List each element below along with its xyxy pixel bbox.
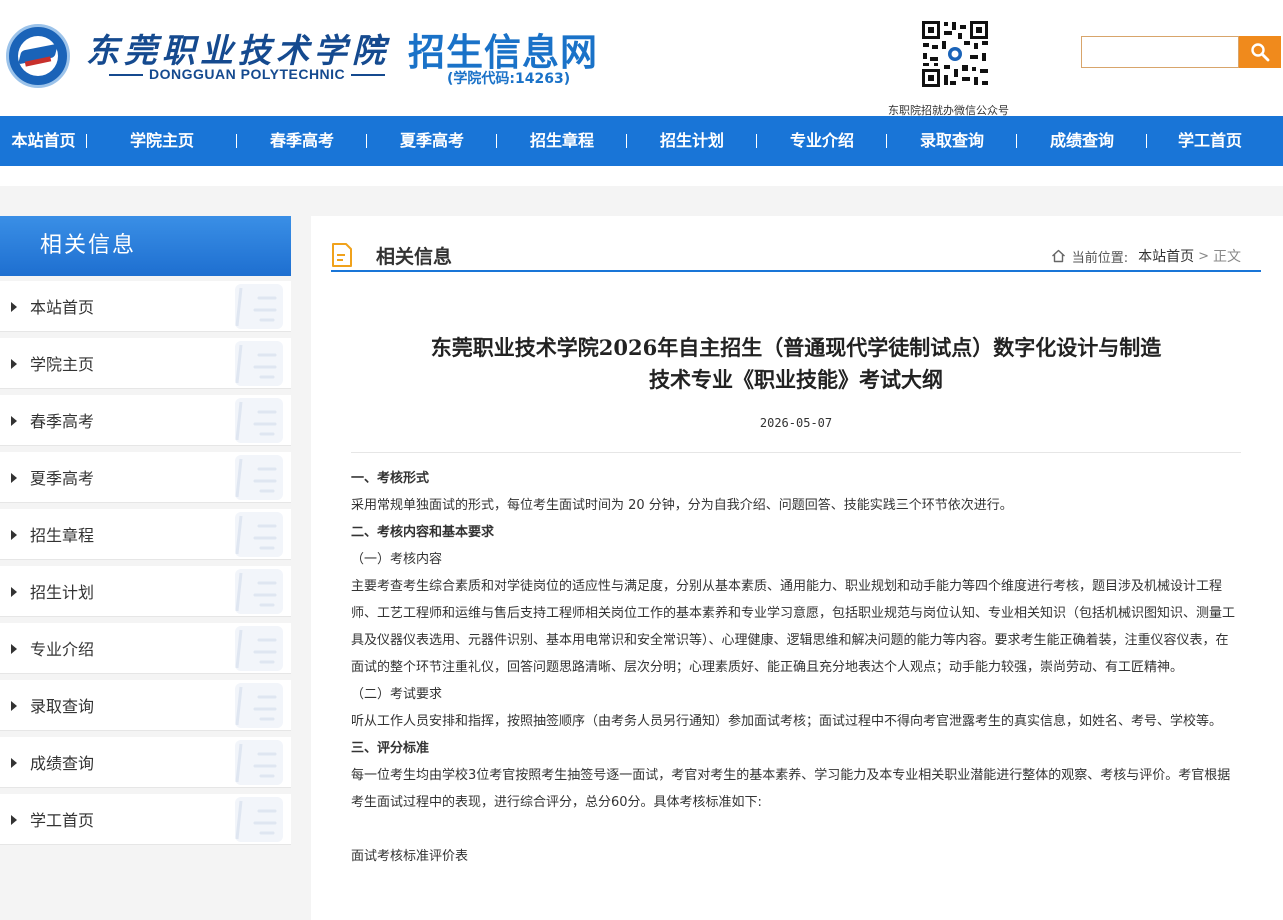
sidebar-item-label: 专业介绍 <box>30 640 95 659</box>
nav-student-affairs[interactable]: 学工首页 <box>1147 116 1273 166</box>
sidebar-decoration <box>235 284 283 329</box>
sidebar-item-home[interactable]: 本站首页 <box>0 281 291 332</box>
sidebar-item-student-affairs[interactable]: 学工首页 <box>0 794 291 845</box>
triangle-right-icon <box>11 701 17 711</box>
school-name-en: DONGGUAN POLYTECHNIC <box>103 66 391 82</box>
subsection-heading: （一）考核内容 <box>351 552 443 567</box>
search-input[interactable] <box>1081 36 1239 68</box>
article-body: 一、考核形式 采用常规单独面试的形式，每位考生面试时间为 20 分钟，分为自我介… <box>351 465 1241 870</box>
triangle-right-icon <box>11 530 17 540</box>
school-code: (学院代码:14263) <box>447 71 571 87</box>
nav-home[interactable]: 本站首页 <box>0 116 87 166</box>
section-heading: 二、考核内容和基本要求 <box>351 525 495 540</box>
nav-admission-rules[interactable]: 招生章程 <box>497 116 627 166</box>
article-title: 东莞职业技术学院2026年自主招生（普通现代学徒制试点）数字化设计与制造 技术专… <box>351 332 1241 396</box>
breadcrumb-separator: > <box>1198 248 1209 264</box>
sidebar-item-label: 学工首页 <box>30 811 95 830</box>
home-icon <box>1051 249 1065 263</box>
sidebar-item-spring-exam[interactable]: 春季高考 <box>0 395 291 446</box>
article-title-line-1: 东莞职业技术学院2026年自主招生（普通现代学徒制试点）数字化设计与制造 <box>430 335 1162 360</box>
paragraph: 每一位考生均由学校3位考官按照考生抽签号逐一面试，考官对考生的基本素养、学习能力… <box>351 768 1231 810</box>
sidebar-item-score-query[interactable]: 成绩查询 <box>0 737 291 788</box>
triangle-right-icon <box>11 302 17 312</box>
table-caption: 面试考核标准评价表 <box>351 849 469 864</box>
nav-admission-plan[interactable]: 招生计划 <box>627 116 757 166</box>
triangle-right-icon <box>11 644 17 654</box>
sidebar-decoration <box>235 797 283 842</box>
site-header: 东莞职业技术学院 DONGGUAN POLYTECHNIC · 招生信息网 (学… <box>0 0 1283 117</box>
breadcrumb-home-link[interactable]: 本站首页 <box>1138 246 1194 266</box>
triangle-right-icon <box>11 587 17 597</box>
sidebar-title: 相关信息 <box>0 216 291 276</box>
sidebar-item-label: 录取查询 <box>30 697 95 716</box>
nav-majors[interactable]: 专业介绍 <box>757 116 887 166</box>
sidebar-decoration <box>235 455 283 500</box>
wechat-qr-code <box>920 19 990 89</box>
search-button[interactable] <box>1239 36 1281 68</box>
section-heading: 一、考核形式 <box>351 471 430 486</box>
sidebar-item-label: 招生章程 <box>30 526 95 545</box>
sidebar-decoration <box>235 398 283 443</box>
sidebar-item-college-home[interactable]: 学院主页 <box>0 338 291 389</box>
sidebar-item-label: 夏季高考 <box>30 469 95 488</box>
sidebar-item-label: 春季高考 <box>30 412 95 431</box>
paragraph: 主要考查考生综合素质和对学徒岗位的适应性与满足度，分别从基本素质、通用能力、职业… <box>351 579 1236 675</box>
sidebar-decoration <box>235 626 283 671</box>
sidebar-decoration <box>235 740 283 785</box>
section-title: 相关信息 <box>376 246 453 268</box>
nav-admission-query[interactable]: 录取查询 <box>887 116 1017 166</box>
sidebar-item-label: 学院主页 <box>30 355 95 374</box>
title-separator: · <box>372 26 384 61</box>
article-divider <box>351 452 1241 453</box>
school-logo[interactable] <box>6 24 70 88</box>
breadcrumb: 当前位置: 本站首页 > 正文 <box>1051 246 1241 266</box>
sidebar-item-admission-query[interactable]: 录取查询 <box>0 680 291 731</box>
triangle-right-icon <box>11 359 17 369</box>
sidebar-item-summer-exam[interactable]: 夏季高考 <box>0 452 291 503</box>
content-panel: 相关信息 当前位置: 本站首页 > 正文 东莞职业技术学院2026年自主招生（普… <box>311 216 1283 920</box>
triangle-right-icon <box>11 473 17 483</box>
breadcrumb-current: 正文 <box>1213 249 1241 265</box>
triangle-right-icon <box>11 416 17 426</box>
sidebar-item-label: 招生计划 <box>30 583 95 602</box>
sidebar: 相关信息 本站首页 学院主页 春季高考 夏季高考 招生章程 招生计划 专业介绍 … <box>0 216 291 851</box>
paragraph: 听从工作人员安排和指挥，按照抽签顺序（由考务人员另行通知）参加面试考核；面试过程… <box>351 714 1223 729</box>
sidebar-item-label: 本站首页 <box>30 298 95 317</box>
triangle-right-icon <box>11 758 17 768</box>
sidebar-decoration <box>235 341 283 386</box>
nav-score-query[interactable]: 成绩查询 <box>1017 116 1147 166</box>
nav-spacer <box>0 166 1283 216</box>
sidebar-decoration <box>235 569 283 614</box>
nav-college-home[interactable]: 学院主页 <box>87 116 237 166</box>
search-box <box>1081 36 1281 68</box>
content-header: 相关信息 当前位置: 本站首页 > 正文 <box>331 236 1261 272</box>
document-icon <box>332 243 352 267</box>
sidebar-list: 本站首页 学院主页 春季高考 夏季高考 招生章程 招生计划 专业介绍 录取查询 … <box>0 281 291 845</box>
article-date: 2026-05-07 <box>759 416 833 430</box>
triangle-right-icon <box>11 815 17 825</box>
paragraph: 采用常规单独面试的形式，每位考生面试时间为 20 分钟，分为自我介绍、问题回答、… <box>351 498 1013 513</box>
sidebar-decoration <box>235 512 283 557</box>
sidebar-item-majors[interactable]: 专业介绍 <box>0 623 291 674</box>
sidebar-item-admission-plan[interactable]: 招生计划 <box>0 566 291 617</box>
section-heading: 三、评分标准 <box>351 741 430 756</box>
search-icon <box>1251 43 1270 62</box>
breadcrumb-label: 当前位置: <box>1071 250 1129 266</box>
nav-summer-exam[interactable]: 夏季高考 <box>367 116 497 166</box>
sidebar-decoration <box>235 683 283 728</box>
school-name-cn: 东莞职业技术学院 <box>86 31 390 70</box>
sidebar-item-admission-rules[interactable]: 招生章程 <box>0 509 291 560</box>
subsection-heading: （二）考试要求 <box>351 687 443 702</box>
sidebar-item-label: 成绩查询 <box>30 754 95 773</box>
main-nav: 本站首页 学院主页 春季高考 夏季高考 招生章程 招生计划 专业介绍 录取查询 … <box>0 116 1283 166</box>
nav-spring-exam[interactable]: 春季高考 <box>237 116 367 166</box>
article-title-line-2: 技术专业《职业技能》考试大纲 <box>649 367 943 392</box>
